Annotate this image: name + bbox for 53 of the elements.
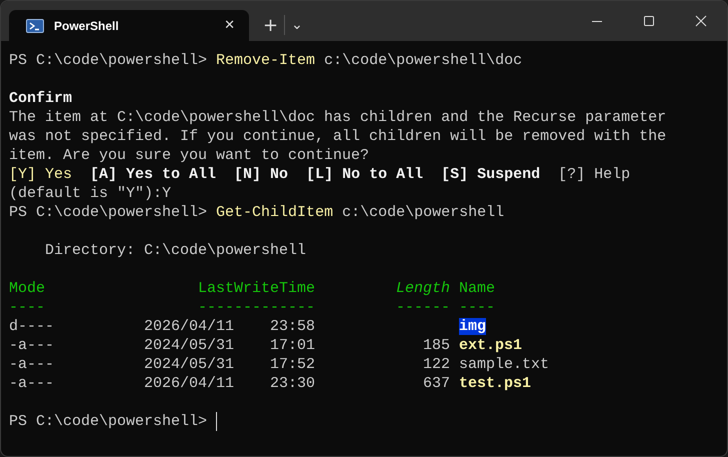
- table-cell-text: 2026/04/11: [144, 317, 236, 336]
- tab[interactable]: PowerShell ✕: [9, 10, 249, 41]
- choice-option: [A] Yes to All: [90, 165, 216, 184]
- table-cell: 17:01: [270, 336, 316, 355]
- table-cell: 637: [423, 375, 450, 392]
- column-header: Mode: [9, 279, 46, 298]
- output-text: (default is "Y"):Y: [9, 184, 172, 203]
- dropdown-button[interactable]: ⌄: [285, 15, 309, 35]
- table-cell: 17:52: [270, 355, 316, 374]
- close-tab-button[interactable]: ✕: [216, 14, 243, 37]
- terminal-icon: [26, 18, 44, 32]
- choice-option: [L] No to All: [306, 165, 424, 184]
- table-cell-text: 2026/04/11: [144, 374, 236, 393]
- column-header: Length: [396, 279, 450, 298]
- new-tab-button[interactable]: +: [257, 12, 284, 38]
- table-cell: 23:58: [270, 317, 316, 336]
- table-cell-text: 2024/05/31: [144, 355, 236, 374]
- choice-option: [Y] Yes: [9, 165, 72, 184]
- table-cell: 185: [423, 337, 450, 354]
- header-rule: ------: [396, 298, 450, 317]
- table-cell-text: -a---: [9, 374, 56, 393]
- command-argument: c:\code\powershell: [342, 203, 504, 222]
- text-cursor: [216, 412, 218, 431]
- choice-option: [S] Suspend: [441, 165, 540, 184]
- column-header: Name: [459, 279, 496, 298]
- confirm-message: The item at C:\code\powershell\doc has children and the Recurse parameter was not specified. If you continue, all children will be removed with the item. Are you sure you want to continue?: [9, 108, 668, 165]
- table-cell-text: -a---: [9, 336, 56, 355]
- table-cell-text: -a---: [9, 355, 56, 374]
- column-header: LastWriteTime: [198, 279, 316, 298]
- file-name: test.ps1: [459, 375, 532, 392]
- table-cell: 122: [423, 356, 450, 373]
- prompt: PS C:\code\powershell>: [9, 51, 208, 70]
- choice-option: [N] No: [234, 165, 288, 184]
- table-cell-text: d----: [9, 317, 56, 336]
- table-cell: 23:30: [270, 374, 316, 393]
- header-rule: -------------: [198, 298, 316, 317]
- header-rule: ----: [459, 298, 496, 317]
- directory-label: Directory: C:\code\powershell: [44, 241, 308, 260]
- command-argument: c:\code\powershell\doc: [324, 51, 522, 70]
- prompt: PS C:\code\powershell>: [9, 412, 208, 431]
- file-name: ext.ps1: [459, 337, 522, 354]
- command-name: Get-ChildItem: [216, 203, 334, 222]
- tab-title: PowerShell: [54, 18, 120, 32]
- file-name: img: [459, 318, 486, 335]
- table-cell-text: 2024/05/31: [144, 336, 236, 355]
- header-rule: ----: [9, 298, 46, 317]
- choice-option: [?] Help: [558, 165, 630, 184]
- prompt: PS C:\code\powershell>: [9, 203, 208, 222]
- file-name: sample.txt: [459, 356, 550, 373]
- maximize-icon[interactable]: [643, 15, 655, 27]
- confirm-heading: Confirm: [9, 89, 74, 108]
- close-icon[interactable]: [695, 15, 707, 27]
- command-name: Remove-Item: [216, 51, 316, 70]
